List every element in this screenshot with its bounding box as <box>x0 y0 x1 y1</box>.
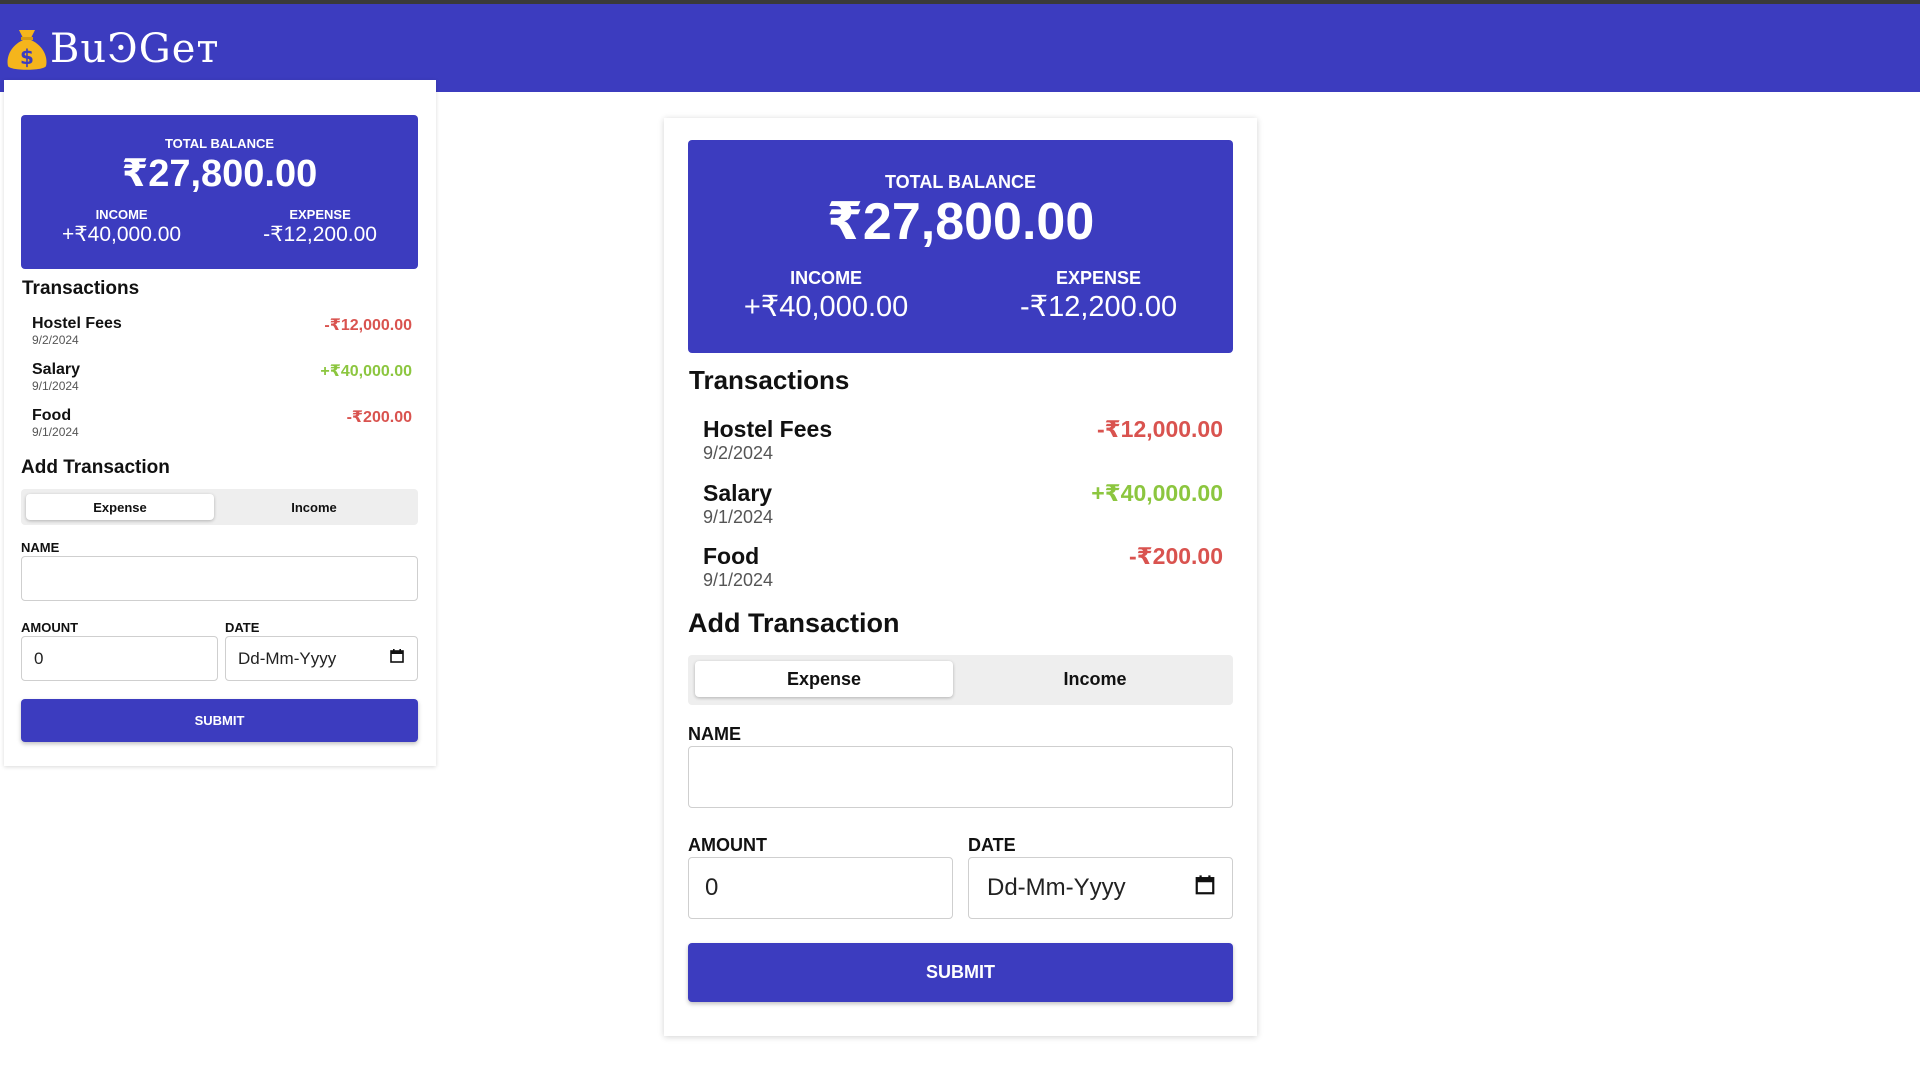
income-summary: INCOME +₹40,000.00 <box>62 207 181 247</box>
name-label: NAME <box>688 724 741 744</box>
amount-label: AMOUNT <box>688 835 767 855</box>
date-input[interactable]: Dd-Mm-Yyyy <box>225 636 418 681</box>
total-balance-label: TOTAL BALANCE <box>885 172 1036 192</box>
money-bag-icon: $ <box>6 26 48 72</box>
transaction-item[interactable]: Salary 9/1/2024 +₹40,000.00 <box>32 361 412 401</box>
transaction-amount: +₹40,000.00 <box>1091 480 1223 506</box>
transaction-item[interactable]: Hostel Fees 9/2/2024 -₹12,000.00 <box>32 315 412 355</box>
budget-card-small: TOTAL BALANCE ₹27,800.00 INCOME +₹40,000… <box>4 80 436 766</box>
date-input-placeholder: Dd-Mm-Yyyy <box>987 874 1126 901</box>
expense-toggle-button[interactable]: Expense <box>26 494 214 520</box>
date-label: DATE <box>225 620 260 635</box>
amount-input[interactable]: 0 <box>21 636 218 681</box>
transaction-amount: -₹12,000.00 <box>1097 416 1223 442</box>
name-input[interactable] <box>688 746 1233 808</box>
income-toggle-button[interactable]: Income <box>966 661 1224 697</box>
expense-value: -₹12,200.00 <box>1020 291 1178 323</box>
calendar-icon[interactable] <box>389 648 405 669</box>
transaction-amount: -₹200.00 <box>1128 543 1223 569</box>
transaction-date: 9/1/2024 <box>703 570 774 590</box>
name-label: NAME <box>21 540 60 555</box>
expense-toggle-button[interactable]: Expense <box>695 661 953 697</box>
name-input[interactable] <box>21 556 418 601</box>
balance-summary: TOTAL BALANCE ₹27,800.00 INCOME +₹40,000… <box>688 140 1233 353</box>
amount-input-value: 0 <box>34 648 44 668</box>
svg-text:$: $ <box>20 45 34 69</box>
income-label: INCOME <box>790 268 863 288</box>
submit-button[interactable]: SUBMIT <box>21 699 418 742</box>
budget-card-large: TOTAL BALANCE ₹27,800.00 INCOME +₹40,000… <box>664 118 1257 1036</box>
date-label: DATE <box>968 835 1016 855</box>
transactions-title: Transactions <box>689 365 850 395</box>
income-label: INCOME <box>95 207 148 222</box>
date-input[interactable]: Dd-Mm-Yyyy <box>968 857 1233 919</box>
balance-summary: TOTAL BALANCE ₹27,800.00 INCOME +₹40,000… <box>21 115 418 269</box>
expense-label: EXPENSE <box>1056 268 1142 288</box>
income-toggle-button[interactable]: Income <box>220 494 408 520</box>
transaction-date: 9/1/2024 <box>32 379 79 393</box>
transaction-date: 9/1/2024 <box>703 507 774 527</box>
transaction-item[interactable]: Food 9/1/2024 -₹200.00 <box>703 543 1223 599</box>
expense-summary: EXPENSE -₹12,200.00 <box>1020 268 1177 324</box>
transaction-item[interactable]: Hostel Fees 9/2/2024 -₹12,000.00 <box>703 416 1223 472</box>
submit-button[interactable]: SUBMIT <box>688 943 1233 1002</box>
type-toggle: Expense Income <box>688 655 1233 705</box>
app-header: $ BuϿGeт <box>0 4 1920 92</box>
expense-label: EXPENSE <box>289 207 351 222</box>
logo-text: BuϿGeт <box>50 26 220 72</box>
type-toggle: Expense Income <box>21 489 418 525</box>
transaction-item[interactable]: Food 9/1/2024 -₹200.00 <box>32 407 412 447</box>
add-transaction-title: Add Transaction <box>688 608 900 638</box>
add-transaction-title: Add Transaction <box>21 457 170 478</box>
amount-input[interactable]: 0 <box>688 857 953 919</box>
transaction-date: 9/2/2024 <box>703 443 774 463</box>
income-value: +₹40,000.00 <box>62 223 182 246</box>
transaction-date: 9/2/2024 <box>32 333 79 347</box>
transaction-amount: -₹12,000.00 <box>324 317 412 334</box>
income-summary: INCOME +₹40,000.00 <box>744 268 908 324</box>
transaction-item[interactable]: Salary 9/1/2024 +₹40,000.00 <box>703 480 1223 536</box>
transaction-amount: +₹40,000.00 <box>320 363 412 380</box>
expense-value: -₹12,200.00 <box>263 223 377 246</box>
amount-input-value: 0 <box>705 874 719 901</box>
transaction-date: 9/1/2024 <box>32 425 79 439</box>
total-balance-value: ₹27,800.00 <box>826 193 1095 251</box>
expense-summary: EXPENSE -₹12,200.00 <box>263 207 377 247</box>
logo[interactable]: $ BuϿGeт <box>6 24 220 74</box>
calendar-icon[interactable] <box>1194 874 1216 903</box>
total-balance-value: ₹27,800.00 <box>121 153 318 195</box>
income-value: +₹40,000.00 <box>743 291 909 323</box>
transactions-title: Transactions <box>22 278 140 299</box>
transaction-amount: -₹200.00 <box>346 409 412 426</box>
amount-label: AMOUNT <box>21 620 79 635</box>
date-input-placeholder: Dd-Mm-Yyyy <box>238 648 337 668</box>
total-balance-label: TOTAL BALANCE <box>164 136 275 151</box>
